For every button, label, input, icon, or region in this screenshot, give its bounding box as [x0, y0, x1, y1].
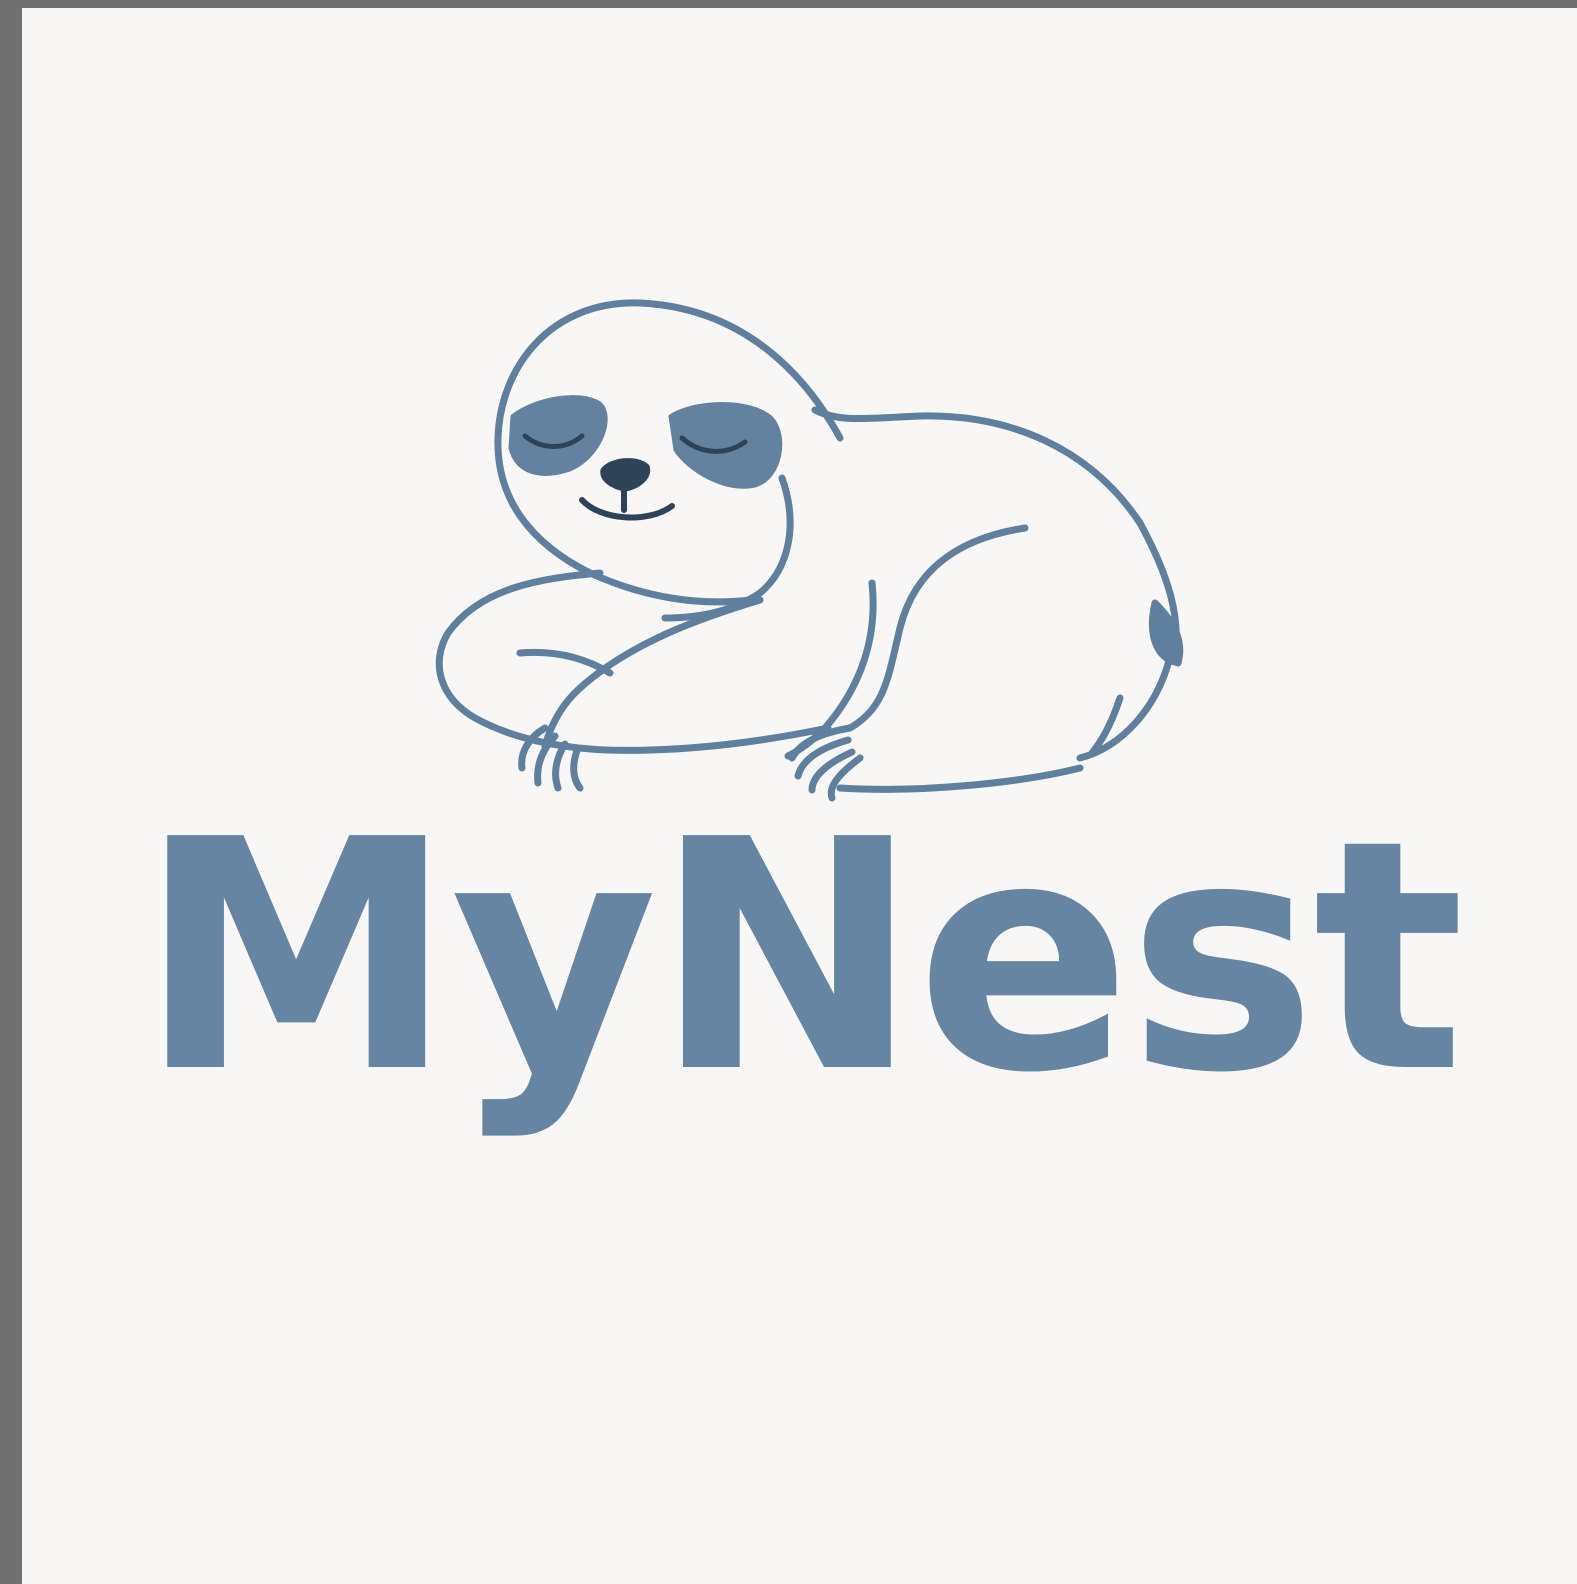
window-frame-top: [0, 0, 1577, 8]
sloth-right-eye-patch: [668, 402, 783, 489]
brand-wordmark: MyNest: [138, 772, 1465, 1142]
sloth-forearm: [541, 596, 764, 750]
sloth-arm-crease: [516, 648, 614, 677]
window-frame-left: [0, 0, 22, 1584]
sloth-rear-outline: [1076, 644, 1176, 762]
sloth-front-arm: [435, 569, 832, 754]
sloth-hind-leg: [846, 524, 1029, 732]
sloth-mouth: [579, 485, 675, 521]
sleeping-sloth-icon: [435, 299, 1184, 802]
logo-canvas: MyNest: [22, 8, 1577, 1584]
